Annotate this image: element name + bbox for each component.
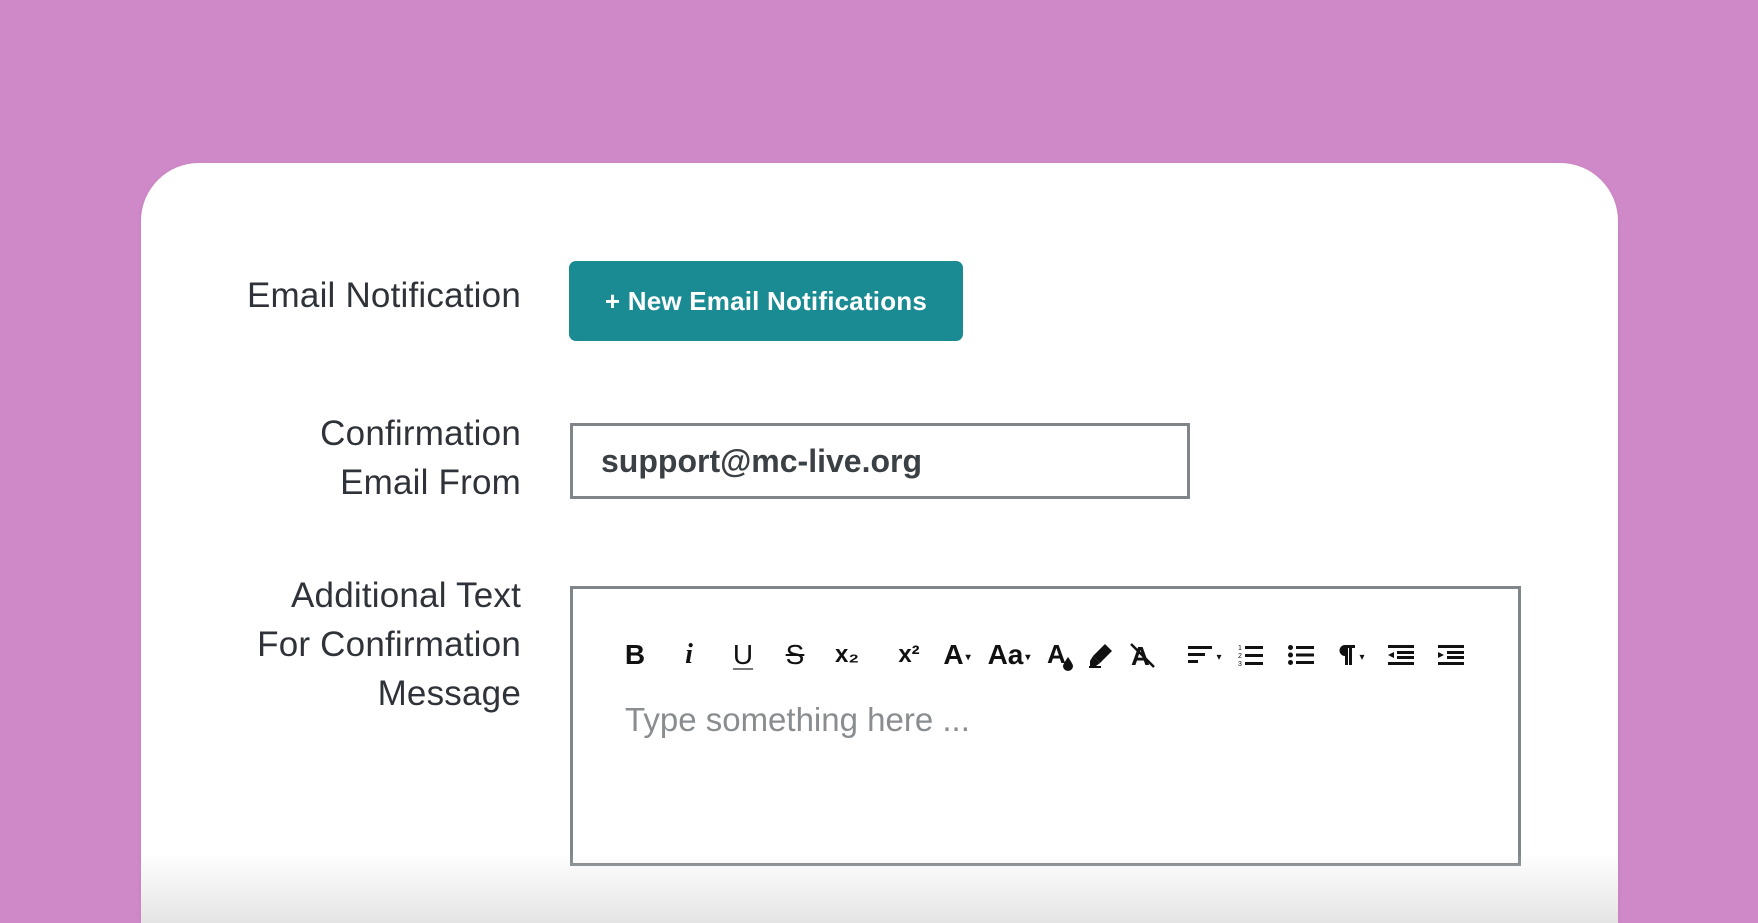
svg-text:A: A: [1047, 639, 1066, 669]
align-button[interactable]: ▾: [1181, 635, 1229, 675]
unordered-list-button[interactable]: [1283, 635, 1319, 675]
svg-text:1: 1: [1238, 645, 1242, 652]
font-case-button[interactable]: Aa ▾: [981, 635, 1037, 675]
bold-icon: B: [624, 639, 646, 670]
ordered-list-icon: 1 2 3: [1238, 645, 1263, 667]
align-left-icon: [1188, 646, 1213, 663]
indent-icon: [1438, 645, 1464, 665]
svg-text:3: 3: [1238, 661, 1242, 667]
italic-icon: i: [685, 639, 693, 670]
settings-card: Email Notification + New Email Notificat…: [141, 163, 1618, 923]
editor-text-area[interactable]: [623, 699, 1467, 823]
outdent-button[interactable]: [1383, 635, 1419, 675]
svg-text:2: 2: [1238, 653, 1242, 660]
strikethrough-icon: S: [785, 639, 805, 670]
subscript-icon: x₂: [834, 641, 859, 668]
bold-button[interactable]: B: [613, 635, 657, 675]
clear-format-icon: A: [1130, 641, 1155, 670]
chevron-down-icon: ▾: [1025, 651, 1031, 663]
chevron-down-icon: ▾: [1359, 651, 1365, 663]
outdent-icon: [1388, 645, 1414, 665]
confirmation-email-from-label: Confirmation Email From: [320, 414, 521, 502]
text-color-button[interactable]: A: [1043, 635, 1079, 675]
subscript-button[interactable]: x₂: [825, 635, 869, 675]
additional-text-label: Additional Text For Confirmation Message: [257, 576, 521, 713]
underline-button[interactable]: U: [721, 635, 765, 675]
text-color-icon: A: [1047, 639, 1073, 671]
indent-button[interactable]: [1433, 635, 1469, 675]
email-notification-label: Email Notification: [247, 276, 521, 315]
chevron-down-icon: ▾: [965, 651, 971, 663]
confirmation-email-from-input[interactable]: [570, 423, 1190, 499]
font-size-icon: A: [943, 639, 964, 670]
new-email-notifications-button[interactable]: + New Email Notifications: [569, 261, 963, 341]
font-size-button[interactable]: A ▾: [937, 635, 977, 675]
highlight-button[interactable]: [1083, 635, 1119, 675]
highlighter-icon: [1089, 644, 1112, 668]
rich-text-editor: B i U S x₂ x² A ▾ Aa ▾ A A ▾ 1 2 3 ▾ Typ…: [570, 586, 1521, 866]
italic-button[interactable]: i: [667, 635, 711, 675]
superscript-button[interactable]: x²: [887, 635, 931, 675]
superscript-icon: x²: [898, 641, 920, 668]
clear-format-button[interactable]: A: [1125, 635, 1161, 675]
chevron-down-icon: ▾: [1216, 651, 1222, 663]
unordered-list-icon: [1288, 645, 1314, 665]
font-case-icon: Aa: [987, 639, 1024, 670]
underline-icon: U: [732, 639, 754, 670]
editor-toolbar: B i U S x₂ x² A ▾ Aa ▾ A A ▾ 1 2 3 ▾: [613, 633, 1469, 677]
strikethrough-button[interactable]: S: [773, 635, 817, 675]
paragraph-icon: [1339, 645, 1356, 665]
ordered-list-button[interactable]: 1 2 3: [1233, 635, 1269, 675]
paragraph-button[interactable]: ▾: [1331, 635, 1371, 675]
